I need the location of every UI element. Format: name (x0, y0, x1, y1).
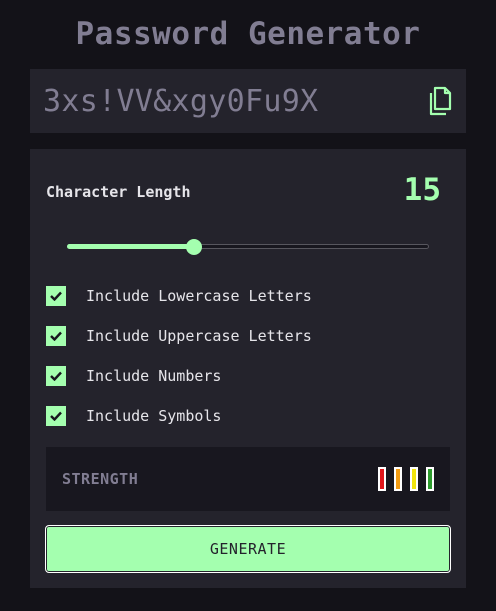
settings-panel: Character Length 15 Include Lowercase Le… (30, 149, 466, 588)
password-display: 3xs!VV&xgy0Fu9X (30, 69, 466, 133)
character-length-value: 15 (403, 172, 441, 208)
option-lowercase[interactable]: Include Lowercase Letters (46, 286, 312, 306)
check-icon (50, 411, 62, 421)
generate-button[interactable]: GENERATE (45, 525, 451, 573)
numbers-checkbox[interactable] (46, 366, 66, 386)
strength-bar (426, 467, 434, 491)
check-icon (50, 371, 62, 381)
option-label-lowercase: Include Lowercase Letters (86, 287, 312, 305)
page-title: Password Generator (75, 16, 421, 52)
lowercase-checkbox[interactable] (46, 286, 66, 306)
option-label-uppercase: Include Uppercase Letters (86, 327, 312, 345)
strength-bar (378, 467, 386, 491)
option-symbols[interactable]: Include Symbols (46, 406, 221, 426)
check-icon (50, 331, 62, 341)
option-numbers[interactable]: Include Numbers (46, 366, 221, 386)
uppercase-checkbox[interactable] (46, 326, 66, 346)
copy-icon[interactable] (428, 86, 452, 116)
strength-bars (378, 467, 434, 491)
strength-bar (410, 467, 418, 491)
password-text: 3xs!VV&xgy0Fu9X (43, 83, 319, 119)
option-label-symbols: Include Symbols (86, 407, 222, 425)
check-icon (50, 291, 62, 301)
length-slider[interactable] (67, 239, 429, 255)
symbols-checkbox[interactable] (46, 406, 66, 426)
character-length-label: Character Length (46, 183, 191, 201)
option-uppercase[interactable]: Include Uppercase Letters (46, 326, 312, 346)
option-label-numbers: Include Numbers (86, 367, 222, 385)
strength-meter: STRENGTH (46, 447, 450, 511)
slider-fill (67, 244, 194, 249)
strength-label: STRENGTH (62, 470, 139, 488)
slider-thumb[interactable] (185, 239, 202, 255)
strength-bar (394, 467, 402, 491)
